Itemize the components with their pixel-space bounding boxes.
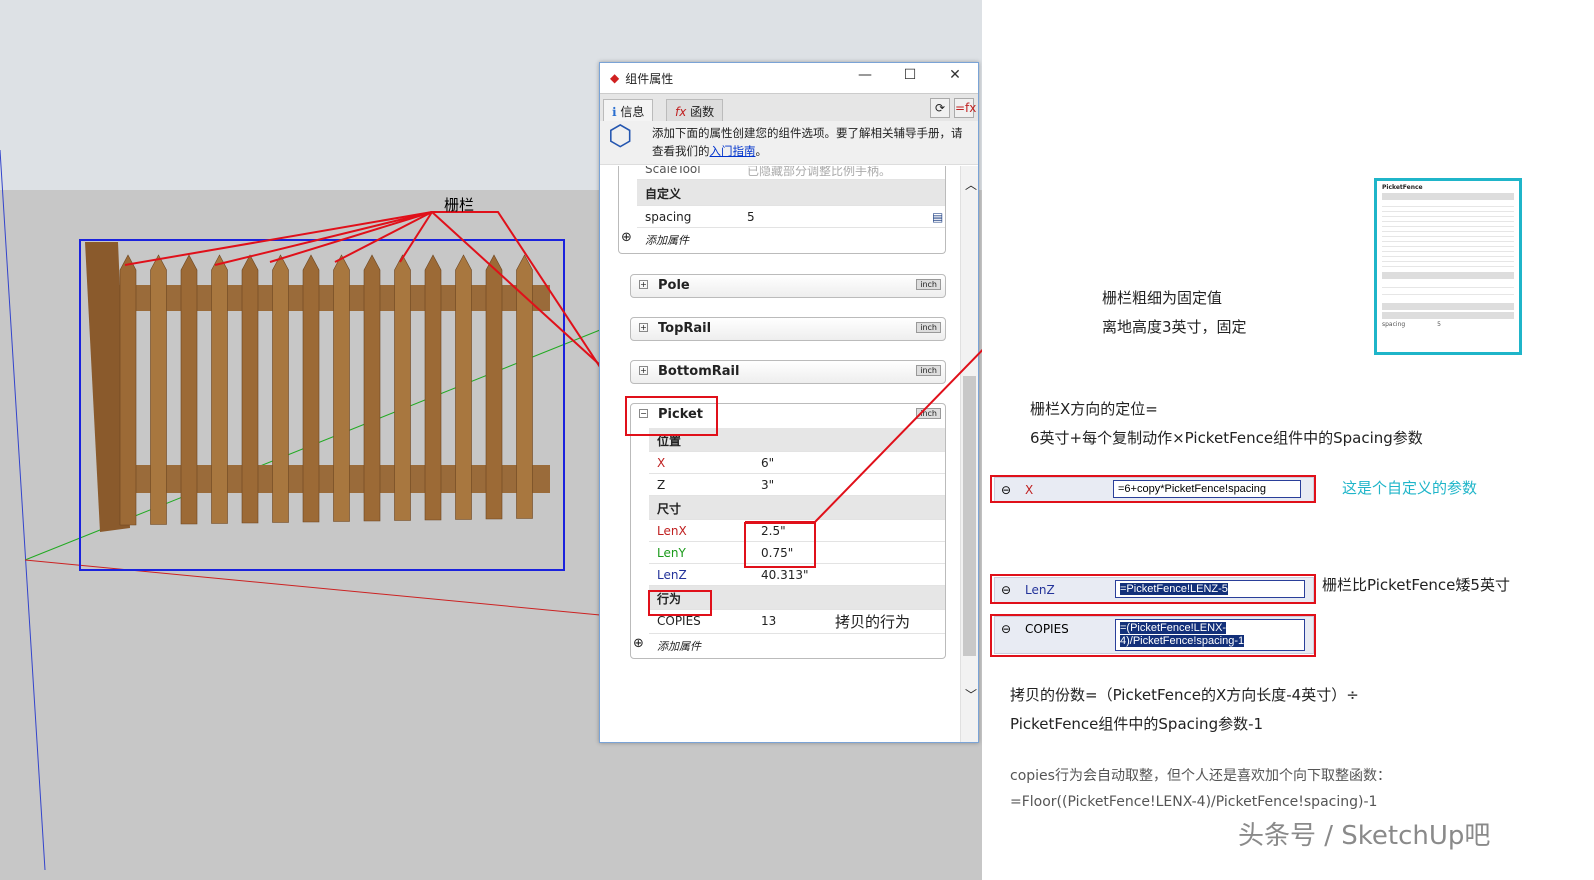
thumbnail-spacing-value: 5 [1437, 321, 1441, 328]
note-x-position: 栅栏X方向的定位= [1030, 400, 1158, 418]
annotation-panel: 栅栏粗细为固定值 离地高度3英寸，固定 栅栏X方向的定位= 6英寸+每个复制动作… [982, 0, 1594, 880]
note-lenz: 栅栏比PicketFence矮5英寸 [1322, 576, 1510, 594]
picketfence-thumbnail: PicketFence spacing 5 [1374, 178, 1522, 355]
thumbnail-title: PicketFence [1382, 184, 1423, 191]
thumbnail-spacing-key: spacing [1382, 321, 1406, 328]
note-fixed-thickness: 栅栏粗细为固定值 [1102, 289, 1223, 307]
highlight-lenz-formula [990, 574, 1316, 604]
note-copies-formula-2: PicketFence组件中的Spacing参数-1 [1010, 715, 1264, 733]
note-custom-param: 这是个自定义的参数 [1342, 479, 1478, 497]
note-x-formula: 6英寸+每个复制动作×PicketFence组件中的Spacing参数 [1030, 429, 1423, 447]
watermark: 头条号 / SketchUp吧 [1238, 821, 1491, 851]
highlight-x-formula [990, 475, 1316, 503]
note-fixed-height: 离地高度3英寸，固定 [1102, 318, 1247, 336]
note-floor: copies行为会自动取整，但个人还是喜欢加个向下取整函数： [1010, 768, 1391, 784]
note-copies-formula: 拷贝的份数=（PicketFence的X方向长度-4英寸）÷ [1010, 686, 1359, 704]
highlight-copies-formula [990, 614, 1316, 657]
note-floor-formula: =Floor((PicketFence!LENX-4)/PicketFence!… [1010, 794, 1378, 810]
